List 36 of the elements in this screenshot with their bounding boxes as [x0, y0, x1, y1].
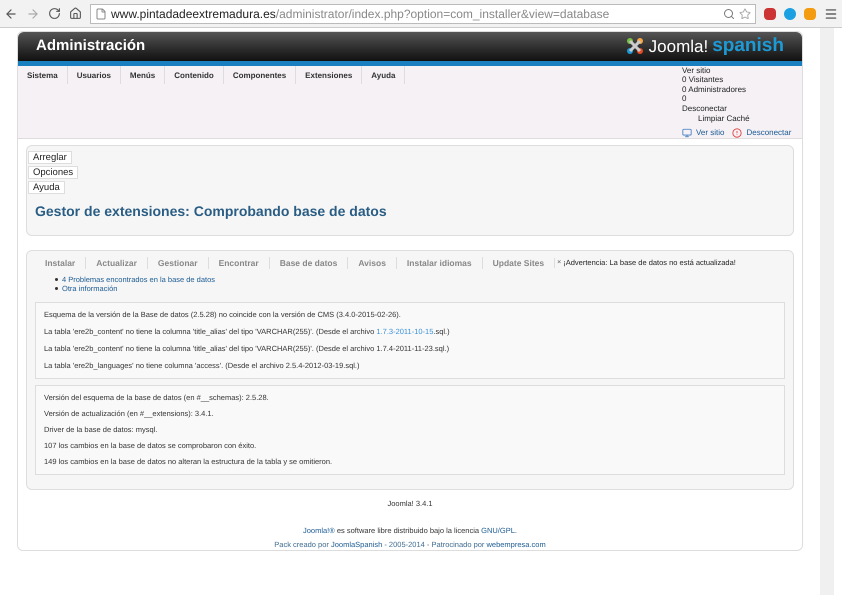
menu-item[interactable]: Usuarios	[68, 66, 121, 84]
alert-icon	[732, 128, 742, 138]
url-text: www.pintadadeextremadura.es/administrator/index.php?option=com_installer&view=database	[111, 6, 610, 22]
scrollbar[interactable]	[820, 28, 834, 595]
menu-item[interactable]: Componentes	[224, 66, 296, 84]
menu-item[interactable]: Ayuda	[362, 66, 406, 84]
status-text: 0 Visitantes	[682, 75, 724, 84]
menu-item[interactable]: Sistema	[18, 66, 68, 84]
home-icon[interactable]	[69, 7, 82, 20]
page-title: Gestor de extensiones: Comprobando base de datos	[34, 202, 387, 221]
star-icon[interactable]	[739, 8, 751, 20]
logo-icon	[624, 36, 645, 56]
toolbar-button[interactable]: Opciones	[28, 166, 78, 178]
header-title: Administración	[36, 36, 146, 56]
toolbar-button[interactable]: Ayuda	[28, 180, 65, 194]
back-icon[interactable]	[4, 6, 18, 20]
joomla-logo: Joomla! spanish	[624, 32, 784, 61]
monitor-icon	[682, 128, 692, 138]
status-text: Ver sitio	[682, 66, 712, 75]
status-link[interactable]: Desconectar	[732, 128, 792, 138]
toolbar-button[interactable]: Arreglar	[28, 150, 72, 164]
bullet-icon	[55, 287, 58, 290]
status-link[interactable]: Ver sitio	[682, 128, 724, 138]
menu-icon[interactable]	[824, 6, 838, 20]
page-icon	[95, 8, 107, 20]
status-text: 0	[682, 94, 688, 104]
address-bar[interactable]: www.pintadadeextremadura.es/administrator/index.php?option=com_installer&view=database	[90, 4, 756, 24]
zoom-icon[interactable]	[723, 8, 735, 20]
status-text: Desconectar	[682, 104, 728, 113]
bullet-icon	[55, 278, 58, 282]
menu-item[interactable]: Contenido	[165, 66, 224, 84]
status-text: Limpiar Caché	[697, 114, 751, 124]
menu-item[interactable]: Menús	[120, 66, 166, 84]
status-text: 0 Administradores	[682, 84, 748, 94]
menu-item[interactable]: Extensiones	[296, 66, 362, 84]
reload-icon[interactable]	[48, 7, 61, 20]
